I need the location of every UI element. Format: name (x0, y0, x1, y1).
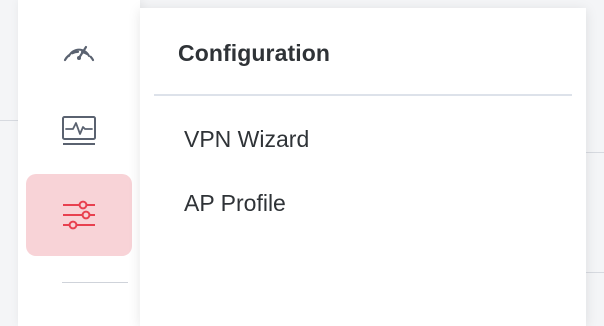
background-divider (586, 272, 604, 273)
configuration-flyout: Configuration VPN Wizard AP Profile (140, 8, 586, 326)
sidebar-item-monitoring[interactable] (26, 90, 132, 172)
sidebar-item-configuration[interactable] (26, 174, 132, 256)
background-divider (0, 120, 18, 121)
monitor-pulse-icon (62, 116, 96, 145)
sidebar-nav (18, 0, 140, 326)
sliders-icon (63, 200, 95, 230)
background-divider (586, 152, 604, 153)
sidebar-item-dashboard[interactable] (26, 8, 132, 90)
menu-item-vpn-wizard[interactable]: VPN Wizard (184, 126, 309, 153)
app-window: Configuration VPN Wizard AP Profile (0, 0, 604, 326)
flyout-title: Configuration (178, 40, 331, 66)
flyout-divider (154, 94, 572, 96)
menu-item-ap-profile[interactable]: AP Profile (184, 190, 286, 217)
speedometer-icon (63, 45, 95, 62)
sidebar-divider (62, 282, 128, 283)
